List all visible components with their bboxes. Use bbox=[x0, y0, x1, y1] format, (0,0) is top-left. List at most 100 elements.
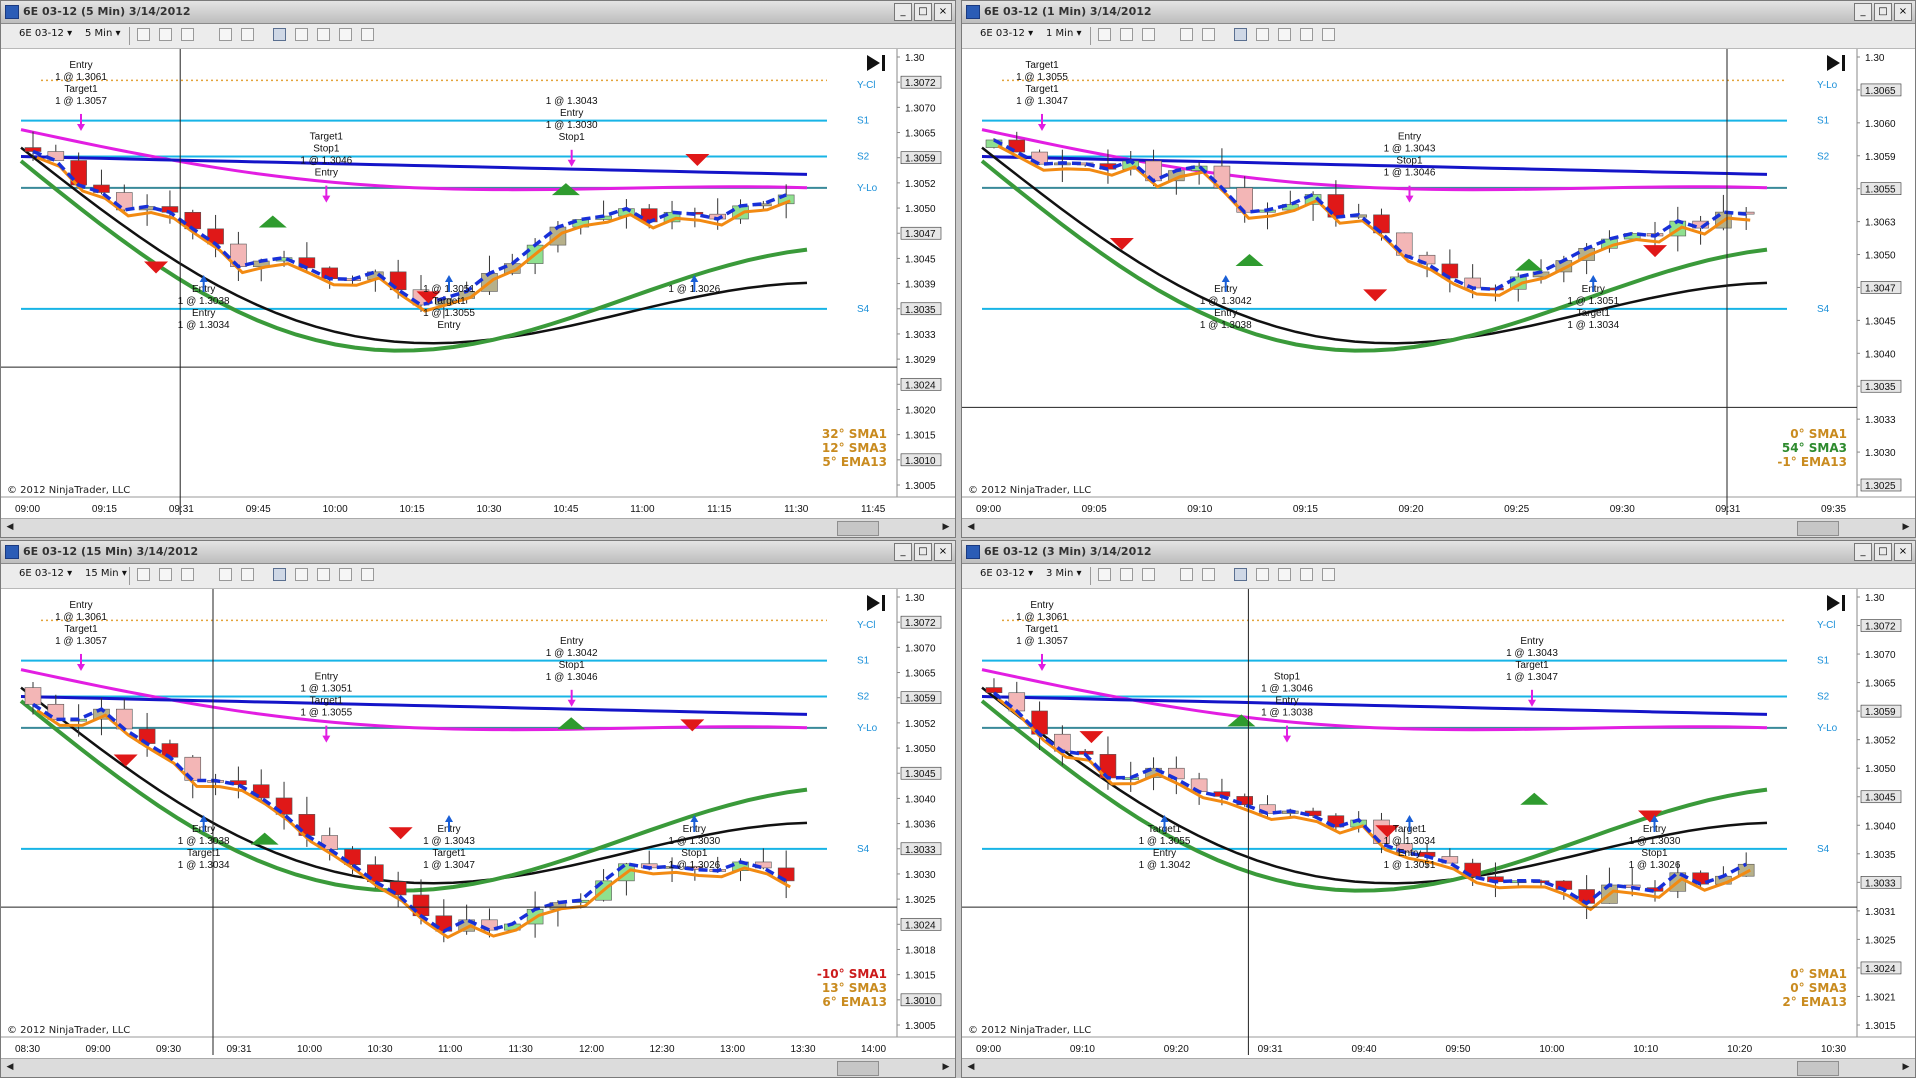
drawing-pencil-icon[interactable] bbox=[1120, 568, 1133, 581]
maximize-button[interactable]: □ bbox=[914, 543, 932, 561]
scroll-thumb[interactable] bbox=[837, 521, 879, 536]
crosshair-icon[interactable] bbox=[219, 568, 232, 581]
drawing-pencil-icon[interactable] bbox=[159, 568, 172, 581]
scroll-left-icon[interactable]: ◀ bbox=[4, 1061, 16, 1073]
price-axis-label: 1.3065 bbox=[1865, 86, 1896, 97]
chart-window[interactable]: 6E 03-12 (1 Min) 3/14/2012 _ □ × 6E 03-12 ▾ 1… bbox=[961, 0, 1916, 538]
chart-window[interactable]: 6E 03-12 (5 Min) 3/14/2012 _ □ × 6E 03-12 ▾ 5… bbox=[0, 0, 956, 538]
snapshot-icon[interactable] bbox=[1322, 568, 1335, 581]
zoom-icon[interactable] bbox=[241, 568, 254, 581]
close-button[interactable]: × bbox=[1894, 3, 1912, 21]
indicator-icon[interactable] bbox=[181, 28, 194, 41]
scroll-thumb[interactable] bbox=[837, 1061, 879, 1076]
horizontal-scrollbar[interactable]: ◀ ▶ bbox=[962, 1058, 1915, 1077]
sell-signal-triangle bbox=[1643, 245, 1668, 258]
bar-style-icon[interactable] bbox=[1098, 28, 1111, 41]
scroll-right-icon[interactable]: ▶ bbox=[940, 521, 952, 533]
scroll-left-icon[interactable]: ◀ bbox=[965, 521, 977, 533]
price-chart[interactable]: 1.30 1.3072 1.3070 1.3065 1.3059 1.3052 1.3050… bbox=[962, 589, 1916, 1061]
chart-properties-icon[interactable] bbox=[273, 568, 286, 581]
print-icon[interactable] bbox=[1300, 568, 1313, 581]
data-box-icon[interactable] bbox=[295, 568, 308, 581]
legend-entry: 0° SMA1 bbox=[1790, 967, 1847, 981]
bar-style-icon[interactable] bbox=[1098, 568, 1111, 581]
chart-trader-icon[interactable] bbox=[317, 28, 330, 41]
window-titlebar[interactable]: 6E 03-12 (3 Min) 3/14/2012 _ □ × bbox=[962, 541, 1915, 564]
data-box-icon[interactable] bbox=[1256, 568, 1269, 581]
crosshair-icon[interactable] bbox=[1180, 568, 1193, 581]
crosshair-icon[interactable] bbox=[1180, 28, 1193, 41]
scroll-left-icon[interactable]: ◀ bbox=[965, 1061, 977, 1073]
window-titlebar[interactable]: 6E 03-12 (5 Min) 3/14/2012 _ □ × bbox=[1, 1, 955, 24]
price-chart[interactable]: 1.30 1.3072 1.3070 1.3065 1.3059 1.3052 1.3050… bbox=[1, 49, 956, 521]
minimize-button[interactable]: _ bbox=[1854, 3, 1872, 21]
scroll-right-icon[interactable]: ▶ bbox=[940, 1061, 952, 1073]
drawing-pencil-icon[interactable] bbox=[1120, 28, 1133, 41]
instrument-selector[interactable]: 6E 03-12 ▾ bbox=[19, 28, 72, 39]
maximize-button[interactable]: □ bbox=[1874, 543, 1892, 561]
instrument-selector[interactable]: 6E 03-12 ▾ bbox=[980, 568, 1033, 579]
data-box-icon[interactable] bbox=[295, 28, 308, 41]
interval-selector[interactable]: 1 Min ▾ bbox=[1046, 28, 1081, 39]
scroll-left-icon[interactable]: ◀ bbox=[4, 521, 16, 533]
snapshot-icon[interactable] bbox=[361, 568, 374, 581]
close-button[interactable]: × bbox=[934, 543, 952, 561]
close-button[interactable]: × bbox=[1894, 543, 1912, 561]
chart-properties-icon[interactable] bbox=[1234, 568, 1247, 581]
scroll-right-icon[interactable]: ▶ bbox=[1900, 1061, 1912, 1073]
chart-plot-area[interactable]: 1.30 1.3065 1.3060 1.3059 1.3055 1.3063 1.3050… bbox=[962, 49, 1915, 537]
drawing-pencil-icon[interactable] bbox=[159, 28, 172, 41]
indicator-icon[interactable] bbox=[1142, 28, 1155, 41]
zoom-icon[interactable] bbox=[241, 28, 254, 41]
window-controls: _ □ × bbox=[1854, 543, 1912, 561]
chart-trader-icon[interactable] bbox=[1278, 568, 1291, 581]
horizontal-scrollbar[interactable]: ◀ ▶ bbox=[962, 518, 1915, 537]
price-chart[interactable]: 1.30 1.3072 1.3070 1.3065 1.3059 1.3052 1.3050… bbox=[1, 589, 956, 1061]
chart-window[interactable]: 6E 03-12 (3 Min) 3/14/2012 _ □ × 6E 03-12 ▾ 3… bbox=[961, 540, 1916, 1078]
window-titlebar[interactable]: 6E 03-12 (1 Min) 3/14/2012 _ □ × bbox=[962, 1, 1915, 24]
print-icon[interactable] bbox=[339, 28, 352, 41]
scroll-right-icon[interactable]: ▶ bbox=[1900, 521, 1912, 533]
chart-plot-area[interactable]: 1.30 1.3072 1.3070 1.3065 1.3059 1.3052 1.3050… bbox=[1, 589, 955, 1077]
maximize-button[interactable]: □ bbox=[1874, 3, 1892, 21]
instrument-selector[interactable]: 6E 03-12 ▾ bbox=[19, 568, 72, 579]
snapshot-icon[interactable] bbox=[361, 28, 374, 41]
chart-properties-icon[interactable] bbox=[273, 28, 286, 41]
chart-plot-area[interactable]: 1.30 1.3072 1.3070 1.3065 1.3059 1.3052 1.3050… bbox=[1, 49, 955, 537]
window-titlebar[interactable]: 6E 03-12 (15 Min) 3/14/2012 _ □ × bbox=[1, 541, 955, 564]
minimize-button[interactable]: _ bbox=[894, 3, 912, 21]
print-icon[interactable] bbox=[1300, 28, 1313, 41]
print-icon[interactable] bbox=[339, 568, 352, 581]
time-axis-label: 09:10 bbox=[1070, 1044, 1095, 1055]
indicator-icon[interactable] bbox=[1142, 568, 1155, 581]
maximize-button[interactable]: □ bbox=[914, 3, 932, 21]
interval-selector[interactable]: 5 Min ▾ bbox=[85, 28, 120, 39]
bar-style-icon[interactable] bbox=[137, 28, 150, 41]
chart-plot-area[interactable]: 1.30 1.3072 1.3070 1.3065 1.3059 1.3052 1.3050… bbox=[962, 589, 1915, 1077]
price-axis-label: 1.3040 bbox=[905, 794, 936, 805]
chart-window[interactable]: 6E 03-12 (15 Min) 3/14/2012 _ □ × 6E 03-12 ▾… bbox=[0, 540, 956, 1078]
chart-trader-icon[interactable] bbox=[317, 568, 330, 581]
price-chart[interactable]: 1.30 1.3065 1.3060 1.3059 1.3055 1.3063 1.3050… bbox=[962, 49, 1916, 521]
arrow-down-icon bbox=[1038, 123, 1046, 131]
chart-trader-icon[interactable] bbox=[1278, 28, 1291, 41]
chart-properties-icon[interactable] bbox=[1234, 28, 1247, 41]
data-box-icon[interactable] bbox=[1256, 28, 1269, 41]
crosshair-icon[interactable] bbox=[219, 28, 232, 41]
interval-selector[interactable]: 3 Min ▾ bbox=[1046, 568, 1081, 579]
bar-style-icon[interactable] bbox=[137, 568, 150, 581]
minimize-button[interactable]: _ bbox=[1854, 543, 1872, 561]
interval-selector[interactable]: 15 Min ▾ bbox=[85, 568, 127, 579]
horizontal-scrollbar[interactable]: ◀ ▶ bbox=[1, 1058, 955, 1077]
scroll-thumb[interactable] bbox=[1797, 521, 1839, 536]
minimize-button[interactable]: _ bbox=[894, 543, 912, 561]
horizontal-scrollbar[interactable]: ◀ ▶ bbox=[1, 518, 955, 537]
instrument-selector[interactable]: 6E 03-12 ▾ bbox=[980, 28, 1033, 39]
zoom-icon[interactable] bbox=[1202, 28, 1215, 41]
scroll-thumb[interactable] bbox=[1797, 1061, 1839, 1076]
trade-annotation: 1 @ 1.3051 bbox=[300, 684, 352, 695]
zoom-icon[interactable] bbox=[1202, 568, 1215, 581]
close-button[interactable]: × bbox=[934, 3, 952, 21]
indicator-icon[interactable] bbox=[181, 568, 194, 581]
snapshot-icon[interactable] bbox=[1322, 28, 1335, 41]
